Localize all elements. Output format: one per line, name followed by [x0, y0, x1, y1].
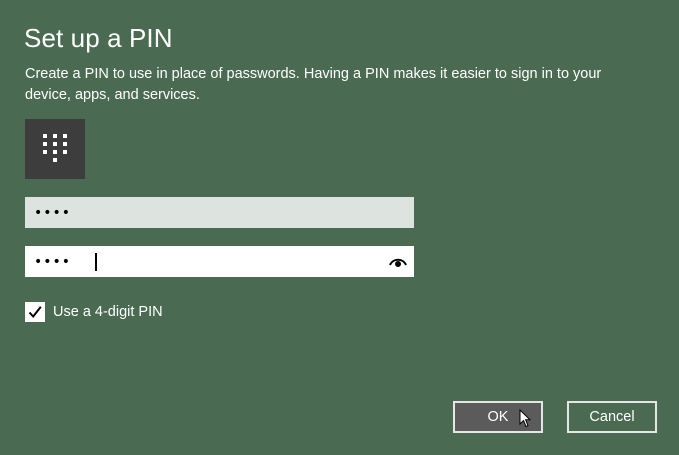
- use-4-digit-pin-option[interactable]: Use a 4-digit PIN: [25, 301, 163, 323]
- dialog-title: Set up a PIN: [24, 23, 173, 53]
- checkbox-label: Use a 4-digit PIN: [53, 304, 163, 320]
- keypad-icon: [43, 134, 67, 162]
- pin-field[interactable]: [25, 197, 414, 228]
- pin-setup-dialog: Set up a PIN Create a PIN to use in plac…: [0, 0, 679, 455]
- confirm-pin-input[interactable]: [26, 247, 413, 276]
- pin-input[interactable]: [26, 198, 413, 227]
- use-4-digit-pin-checkbox[interactable]: [25, 302, 45, 322]
- confirm-pin-field[interactable]: [25, 246, 414, 277]
- mouse-cursor-icon: [519, 409, 531, 428]
- eye-icon[interactable]: [389, 255, 407, 269]
- keypad-tile: [25, 119, 85, 179]
- cancel-button[interactable]: Cancel: [567, 401, 657, 433]
- checkmark-icon: [28, 306, 42, 319]
- dialog-description: Create a PIN to use in place of password…: [25, 66, 602, 103]
- text-caret: [95, 253, 97, 271]
